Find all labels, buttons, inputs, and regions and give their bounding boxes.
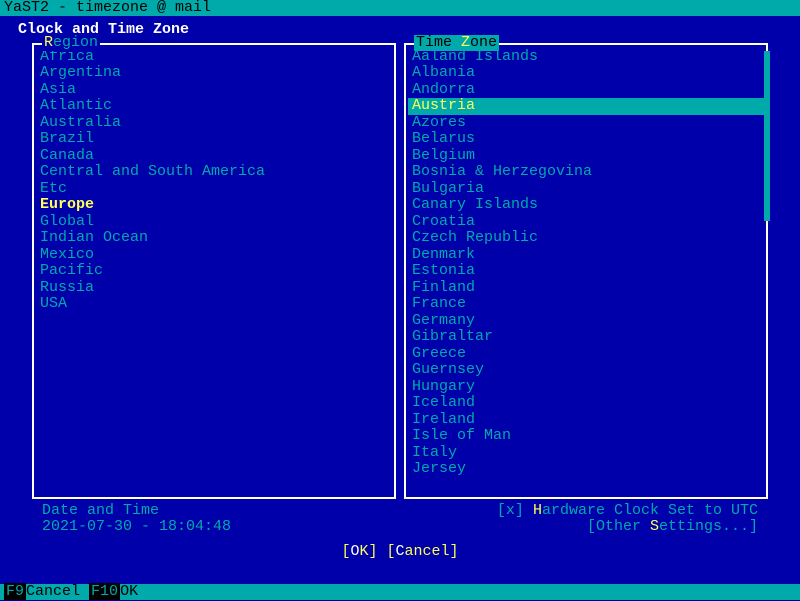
list-item[interactable]: Belarus — [408, 131, 764, 148]
list-item[interactable]: Mexico — [36, 247, 392, 264]
list-item[interactable]: Jersey — [408, 461, 764, 478]
list-item[interactable]: Italy — [408, 445, 764, 462]
list-item[interactable]: USA — [36, 296, 392, 313]
hwclock-checkbox[interactable]: [x] Hardware Clock Set to UTC — [497, 503, 758, 520]
list-item[interactable]: Albania — [408, 65, 764, 82]
region-panel: Region AfricaArgentinaAsiaAtlanticAustra… — [32, 43, 396, 499]
buttons-row: [OK] [Cancel] — [10, 536, 790, 569]
region-panel-label: Region — [42, 35, 100, 52]
list-item[interactable]: Argentina — [36, 65, 392, 82]
datetime-block: Date and Time 2021-07-30 - 18:04:48 — [42, 503, 231, 536]
scrollbar-icon[interactable] — [764, 51, 770, 221]
list-item[interactable]: Czech Republic — [408, 230, 764, 247]
list-item[interactable]: Croatia — [408, 214, 764, 231]
list-item[interactable]: Australia — [36, 115, 392, 132]
list-item[interactable]: Pacific — [36, 263, 392, 280]
list-item[interactable]: Bulgaria — [408, 181, 764, 198]
main-content: Clock and Time Zone Region AfricaArgenti… — [0, 16, 800, 570]
list-item[interactable]: Austria — [408, 98, 764, 115]
list-item[interactable]: Andorra — [408, 82, 764, 99]
timezone-panel-label: Time Zone — [414, 35, 499, 52]
status-bar: F9Cancel F10OK — [0, 584, 800, 600]
list-item[interactable]: Canada — [36, 148, 392, 165]
panels-row: Region AfricaArgentinaAsiaAtlanticAustra… — [10, 43, 790, 499]
title-text: YaST2 - timezone @ mail — [4, 0, 211, 16]
list-item[interactable]: Azores — [408, 115, 764, 132]
list-item[interactable]: Europe — [36, 197, 392, 214]
list-item[interactable]: Canary Islands — [408, 197, 764, 214]
list-item[interactable]: Central and South America — [36, 164, 392, 181]
list-item[interactable]: Finland — [408, 280, 764, 297]
list-item[interactable]: Denmark — [408, 247, 764, 264]
list-item[interactable]: Brazil — [36, 131, 392, 148]
list-item[interactable]: Isle of Man — [408, 428, 764, 445]
list-item[interactable]: Atlantic — [36, 98, 392, 115]
list-item[interactable]: Greece — [408, 346, 764, 363]
list-item[interactable]: Russia — [36, 280, 392, 297]
list-item[interactable]: Indian Ocean — [36, 230, 392, 247]
list-item[interactable]: Hungary — [408, 379, 764, 396]
page-title: Clock and Time Zone — [10, 18, 790, 43]
list-item[interactable]: Gibraltar — [408, 329, 764, 346]
ok-button[interactable]: [OK] — [341, 543, 377, 560]
f10-key: F10 — [89, 583, 120, 600]
list-item[interactable]: Germany — [408, 313, 764, 330]
list-item[interactable]: Ireland — [408, 412, 764, 429]
other-settings-button[interactable]: [Other Settings...] — [497, 519, 758, 536]
timezone-panel: Time Zone Aaland IslandsAlbaniaAndorraAu… — [404, 43, 768, 499]
list-item[interactable]: Etc — [36, 181, 392, 198]
list-item[interactable]: Asia — [36, 82, 392, 99]
list-item[interactable]: Belgium — [408, 148, 764, 165]
bottom-row: Date and Time 2021-07-30 - 18:04:48 [x] … — [10, 499, 790, 536]
timezone-list[interactable]: Aaland IslandsAlbaniaAndorraAustriaAzore… — [406, 45, 766, 497]
list-item[interactable]: France — [408, 296, 764, 313]
f10-label[interactable]: OK — [120, 583, 138, 600]
f9-label[interactable]: Cancel — [26, 583, 80, 600]
list-item[interactable]: Global — [36, 214, 392, 231]
region-list[interactable]: AfricaArgentinaAsiaAtlanticAustraliaBraz… — [34, 45, 394, 497]
right-block: [x] Hardware Clock Set to UTC [Other Set… — [497, 503, 758, 536]
f9-key: F9 — [4, 583, 26, 600]
datetime-value: 2021-07-30 - 18:04:48 — [42, 519, 231, 536]
list-item[interactable]: Guernsey — [408, 362, 764, 379]
title-bar: YaST2 - timezone @ mail — [0, 0, 800, 16]
datetime-label: Date and Time — [42, 503, 231, 520]
list-item[interactable]: Iceland — [408, 395, 764, 412]
cancel-button[interactable]: [Cancel] — [387, 543, 459, 560]
list-item[interactable]: Bosnia & Herzegovina — [408, 164, 764, 181]
list-item[interactable]: Estonia — [408, 263, 764, 280]
